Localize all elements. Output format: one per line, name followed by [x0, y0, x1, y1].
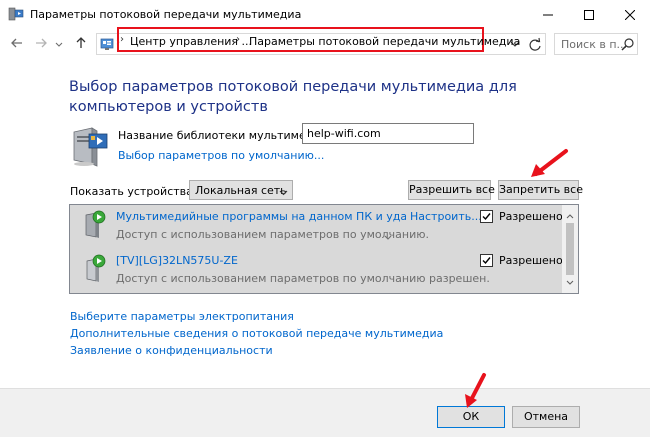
dialog-footer: ОК Отмена [0, 388, 650, 437]
minimize-icon [543, 10, 553, 20]
breadcrumb-separator: › [120, 34, 124, 45]
breadcrumb: › Центр управления ... › Параметры поток… [117, 27, 520, 52]
device-allowed-checkbox[interactable] [480, 254, 493, 267]
privacy-statement-link[interactable]: Заявление о конфиденциальности [70, 342, 443, 359]
list-item[interactable]: Мультимедийные программы на данном ПК и … [70, 205, 563, 249]
main-content: Выбор параметров потоковой передачи муль… [0, 58, 650, 388]
device-name[interactable]: [TV][LG]32LN575U-ZE [116, 254, 238, 267]
maximize-icon [584, 10, 594, 20]
cancel-button[interactable]: Отмена [512, 406, 580, 428]
device-description: Доступ с использованием параметров по ум… [116, 228, 430, 241]
forward-arrow-icon [35, 38, 47, 51]
breadcrumb-separator: › [236, 34, 240, 45]
close-icon [625, 10, 635, 20]
device-allowed-label: Разрешено [499, 210, 563, 223]
close-button[interactable] [610, 0, 650, 30]
related-links: Выберите параметры электропитания Дополн… [70, 308, 443, 359]
chevron-down-icon [55, 38, 63, 51]
tv-media-device-icon [84, 253, 106, 283]
search-placeholder: Поиск в п... [561, 38, 627, 51]
scroll-down-icon[interactable] [566, 276, 574, 289]
title-bar: Параметры потоковой передачи мультимедиа [0, 0, 650, 30]
breadcrumb-media-streaming[interactable]: Параметры потоковой передачи мультимедиа [249, 35, 520, 48]
refresh-icon[interactable] [527, 37, 543, 53]
page-title: Выбор параметров потоковой передачи муль… [69, 79, 517, 115]
up-button[interactable] [72, 34, 90, 54]
back-button[interactable] [8, 34, 26, 54]
library-name-label: Название библиотеки мультимедиа: [118, 129, 331, 142]
media-server-icon [8, 7, 24, 21]
annotation-arrow-icon [531, 149, 568, 177]
annotation-arrow-icon [465, 373, 486, 408]
network-select[interactable]: Локальная сеть [189, 180, 293, 200]
network-select-value: Локальная сеть [195, 184, 287, 197]
device-allowed-label: Разрешено [499, 254, 563, 267]
device-setup-link[interactable]: Настроить... [410, 210, 482, 223]
back-arrow-icon [11, 38, 23, 51]
control-panel-icon [100, 37, 114, 51]
library-name-field[interactable] [302, 123, 474, 144]
search-icon[interactable] [621, 38, 634, 51]
maximize-button[interactable] [569, 0, 609, 30]
block-all-button[interactable]: Запретить все [498, 180, 583, 200]
device-name[interactable]: Мультимедийные программы на данном ПК и … [116, 210, 406, 223]
allow-all-button[interactable]: Разрешить все [408, 180, 495, 200]
chevron-down-icon [279, 186, 288, 199]
breadcrumb-control-panel[interactable]: Центр управления ... [130, 35, 252, 48]
forward-button[interactable] [32, 34, 50, 54]
recent-locations-button[interactable] [53, 34, 65, 54]
search-box[interactable]: Поиск в п... [554, 33, 638, 55]
pc-media-device-icon [84, 209, 106, 239]
device-list[interactable]: Мультимедийные программы на данном ПК и … [69, 204, 579, 294]
window-title: Параметры потоковой передачи мультимедиа [30, 8, 302, 21]
device-allowed-checkbox[interactable] [480, 210, 493, 223]
device-description-dropdown-icon[interactable] [384, 231, 392, 244]
device-list-scrollbar[interactable] [562, 205, 578, 293]
media-library-icon [70, 126, 110, 168]
power-options-link[interactable]: Выберите параметры электропитания [70, 308, 443, 325]
device-description: Доступ с использованием параметров по ум… [116, 272, 490, 285]
more-info-link[interactable]: Дополнительные сведения о потоковой пере… [70, 325, 443, 342]
up-arrow-icon [76, 36, 86, 52]
scrollbar-thumb[interactable] [566, 223, 574, 275]
scroll-up-icon[interactable] [566, 209, 574, 222]
default-settings-link[interactable]: Выбор параметров по умолчанию... [118, 149, 324, 162]
minimize-button[interactable] [528, 0, 568, 30]
list-item[interactable]: [TV][LG]32LN575U-ZE Разрешено Доступ с и… [70, 249, 563, 293]
